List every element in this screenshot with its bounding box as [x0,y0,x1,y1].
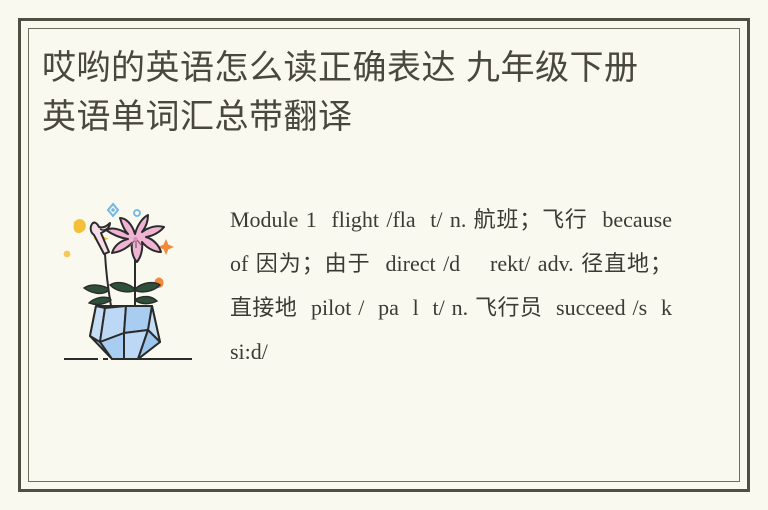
article-page: 哎哟的英语怎么读正确表达 九年级下册英语单词汇总带翻译 Module 1 fli… [0,0,768,510]
page-title: 哎哟的英语怎么读正确表达 九年级下册英语单词汇总带翻译 [42,49,639,136]
faceted-vase [89,305,161,360]
yellow-dot-sparkle [63,250,71,258]
flowers-in-vase-illustration [56,196,216,371]
blue-diamond-sparkle [106,202,120,218]
blue-dot-sparkle [133,209,141,217]
yellow-blob-sparkle [73,219,86,234]
article-body-text: Module 1 flight /fla t/ n. 航班；飞行 because… [230,207,685,364]
lily-flower [105,214,165,263]
article-content: 哎哟的英语怎么读正确表达 九年级下册英语单词汇总带翻译 Module 1 fli… [42,44,726,472]
leaves [82,281,162,306]
